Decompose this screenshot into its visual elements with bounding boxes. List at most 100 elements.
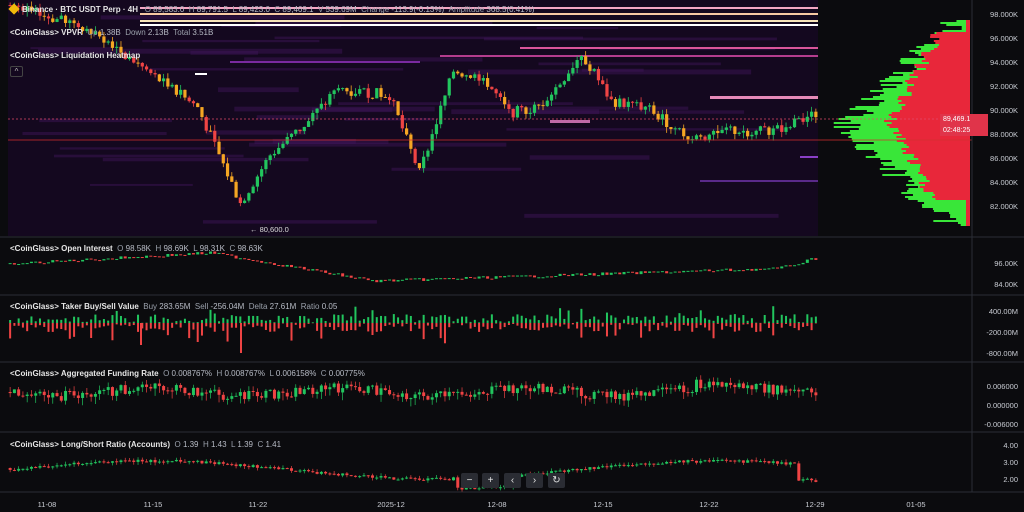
funding-candle-body xyxy=(737,383,741,388)
taker-sell-bar xyxy=(546,323,549,328)
taker-buy-bar xyxy=(537,320,540,323)
taker-sell-bar xyxy=(9,323,12,339)
funding-candle-body xyxy=(486,393,490,395)
funding-candle-body xyxy=(750,385,754,390)
taker-buy-bar xyxy=(235,316,238,323)
funding-candle-body xyxy=(285,392,289,397)
oi-candle-body xyxy=(452,278,455,280)
funding-candle-body xyxy=(571,387,575,390)
oi-candle-body xyxy=(643,271,647,273)
price-candle-body xyxy=(477,74,481,81)
oi-candle-body xyxy=(12,263,16,265)
oi-candle-body xyxy=(575,273,579,275)
reset-view-button[interactable]: ↻ xyxy=(548,473,565,488)
scroll-left-button[interactable]: ‹ xyxy=(504,473,521,488)
oi-candle-body xyxy=(140,257,144,259)
zoom-out-button[interactable]: − xyxy=(461,473,478,488)
taker-sell-bar xyxy=(661,323,664,326)
taker-buy-bar xyxy=(605,312,608,323)
funding-candle-body xyxy=(584,396,588,399)
funding-candle-body xyxy=(656,389,660,391)
taker-sell-bar xyxy=(68,323,71,339)
funding-candle-body xyxy=(34,393,38,396)
funding-candle-body xyxy=(767,384,771,393)
taker-buy-bar xyxy=(354,306,357,323)
ls-candle-body xyxy=(110,461,114,463)
taker-sell-bar xyxy=(610,323,613,325)
ls-candle-body xyxy=(686,460,690,463)
taker-sell-bar xyxy=(499,323,502,330)
price-axis-92k: 92.000K xyxy=(990,82,1018,91)
ls-candle-body xyxy=(298,470,302,472)
oi-candle-body xyxy=(635,272,639,275)
taker-sell-bar xyxy=(111,323,114,341)
taker-sell-bar xyxy=(691,323,694,332)
ls-candle-body xyxy=(353,475,357,477)
zoom-in-button[interactable]: + xyxy=(482,473,499,488)
taker-buy-bar xyxy=(405,314,408,323)
funding-candle-body xyxy=(25,394,29,396)
oi-candle-body xyxy=(47,262,50,264)
ls-candle-body xyxy=(375,477,379,479)
scroll-right-button[interactable]: › xyxy=(526,473,543,488)
oi-candle-body xyxy=(247,258,251,261)
funding-candle-body xyxy=(805,388,809,390)
price-candle-body xyxy=(716,130,720,134)
liquidation-level xyxy=(800,156,818,158)
volume-profile-sell-bar xyxy=(920,166,970,168)
oi-candle-body xyxy=(695,270,698,272)
funding-candle-body xyxy=(191,387,195,396)
ls-candle-body xyxy=(366,475,370,477)
oi-candle-body xyxy=(469,277,473,279)
heatmap-band xyxy=(89,183,193,186)
ls-candle-body xyxy=(93,462,97,464)
taker-sell-bar xyxy=(802,323,805,327)
price-candle-body xyxy=(754,130,758,135)
oi-candle-body xyxy=(622,271,626,275)
oi-candle-body xyxy=(716,270,720,272)
funding-candle-body xyxy=(85,392,89,395)
taker-sell-bar xyxy=(179,323,182,328)
volume-profile-sell-bar xyxy=(966,206,970,208)
oi-candle-body xyxy=(298,266,302,268)
oi-candle-body xyxy=(196,252,200,255)
taker-sell-bar xyxy=(290,323,293,341)
collapse-legend-button[interactable]: ^ xyxy=(10,66,23,77)
ls-candle-body xyxy=(55,465,59,467)
price-candle-body xyxy=(537,104,541,106)
volume-profile-sell-bar xyxy=(937,46,970,48)
price-candle-body xyxy=(315,108,319,113)
taker-buy-bar xyxy=(669,321,672,323)
taker-sell-bar xyxy=(192,323,195,330)
price-candle-body xyxy=(149,69,153,74)
ls-candle-body xyxy=(132,460,136,462)
volume-profile-sell-bar xyxy=(966,224,970,226)
funding-candle-body xyxy=(690,392,694,394)
ls-candle-body xyxy=(562,470,566,472)
taker-sell-bar xyxy=(605,323,608,337)
taker-sell-bar xyxy=(162,323,165,331)
countdown-value: 02:48:25 xyxy=(943,127,971,134)
taker-buy-bar xyxy=(243,321,246,323)
funding-candle-body xyxy=(268,389,272,391)
taker-sell-bar xyxy=(367,323,370,332)
taker-buy-bar xyxy=(746,320,749,323)
heatmap-band xyxy=(483,37,777,41)
taker-sell-bar xyxy=(90,323,93,338)
ls-candle-body xyxy=(643,463,647,465)
price-candle-body xyxy=(123,52,127,60)
oi-candle-body xyxy=(174,254,178,256)
taker-sell-bar xyxy=(51,323,54,332)
price-candle-body xyxy=(98,31,102,37)
funding-candle-body xyxy=(541,383,545,393)
chart-workspace[interactable]: Binance · BTC USDT Perp · 4H O 89,583.0 … xyxy=(0,0,1024,512)
taker-buy-bar xyxy=(256,316,259,323)
price-candle-body xyxy=(575,60,579,68)
taker-sell-bar xyxy=(461,323,464,326)
chart-canvas[interactable] xyxy=(0,0,1024,512)
taker-sell-bar xyxy=(401,323,404,327)
oi-candle-body xyxy=(567,275,571,277)
oi-candle-body xyxy=(673,271,677,273)
taker-buy-bar xyxy=(64,318,67,323)
taker-buy-bar xyxy=(226,319,229,323)
